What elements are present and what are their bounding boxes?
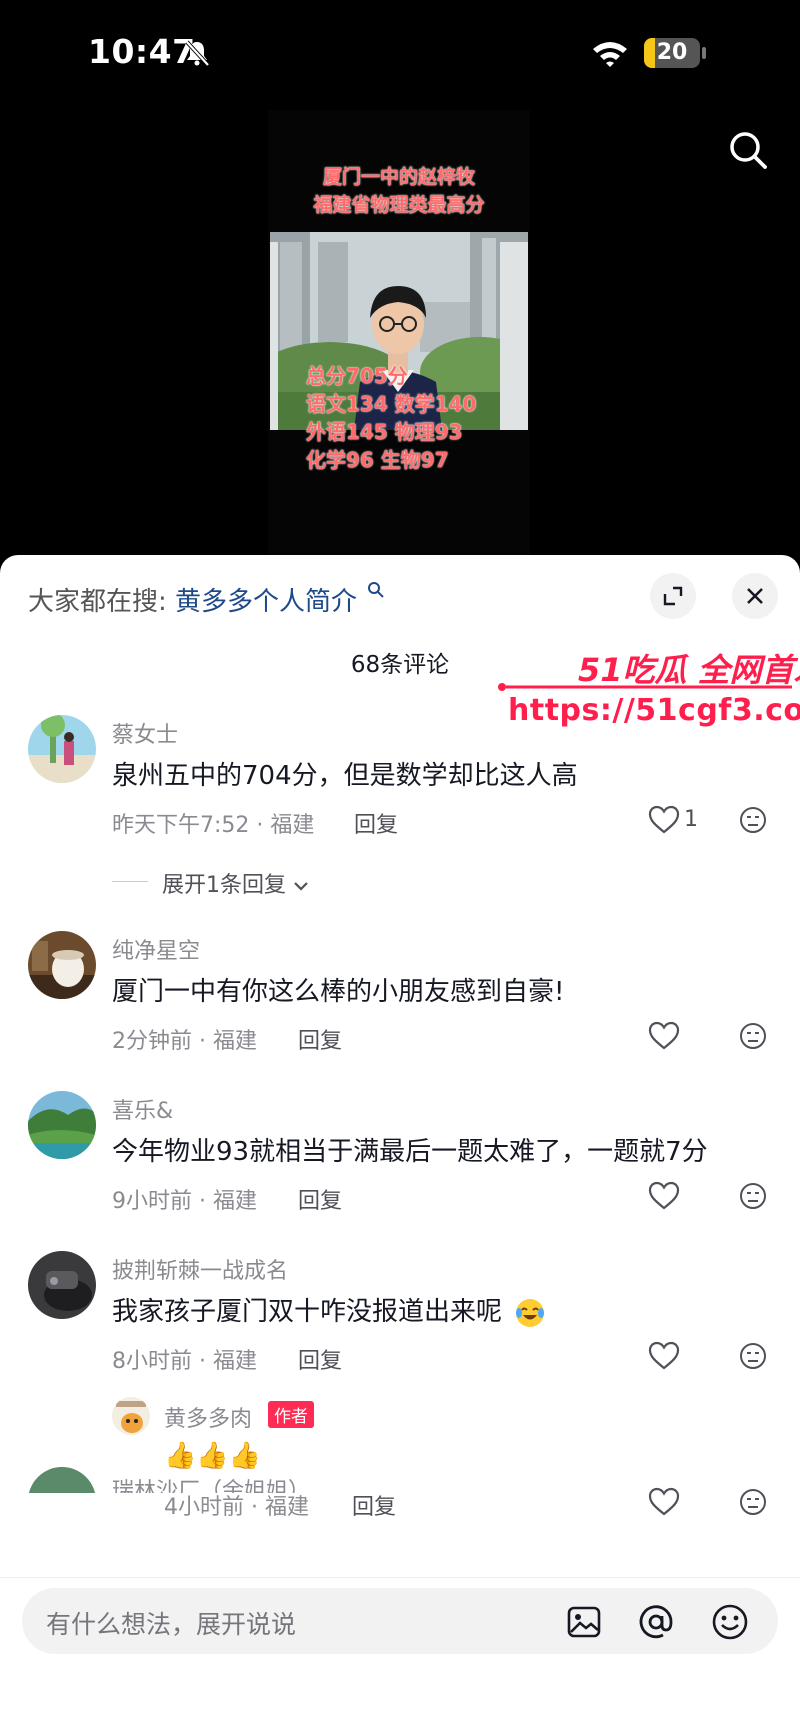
comment-username[interactable]: 纯净星空 xyxy=(112,933,200,965)
status-time: 10:47 xyxy=(88,32,196,71)
emoji-icon[interactable] xyxy=(710,1602,750,1642)
watermark-divider xyxy=(498,683,792,691)
avatar[interactable] xyxy=(28,715,96,783)
expand-icon xyxy=(663,586,683,606)
chevron-down-icon xyxy=(294,882,308,891)
video-player[interactable]: 厦门一中的赵梓牧 福建省物理类最高分 总分705分 语文134 数学140 外语… xyxy=(268,110,530,555)
expand-replies-button[interactable]: 展开1条回复 xyxy=(162,867,309,899)
search-icon xyxy=(368,582,385,598)
video-score-line: 外语145 物理93 xyxy=(306,420,463,444)
image-icon[interactable] xyxy=(564,1602,604,1642)
comment-meta: 8小时前 · 福建 xyxy=(112,1349,257,1374)
video-title-line1: 厦门一中的赵梓牧 xyxy=(322,166,475,188)
dislike-face-icon[interactable] xyxy=(738,805,768,835)
close-button[interactable] xyxy=(732,573,778,619)
comment-item: 喜乐& 今年物业93就相当于满最后一题太难了，一题就7分 9小时前 · 福建 回… xyxy=(0,1091,800,1221)
battery-text: 20 xyxy=(656,40,688,65)
bell-muted-icon xyxy=(185,40,210,67)
close-icon xyxy=(747,588,763,604)
comment-username[interactable]: 瑞林沙厂（余姐姐） xyxy=(112,1473,310,1493)
comment-text: 我家孩子厦门双十咋没报道出来呢 xyxy=(112,1291,546,1329)
search-icon[interactable] xyxy=(726,128,770,172)
expand-divider xyxy=(112,881,148,882)
video-score-line: 总分705分 xyxy=(306,364,408,388)
comment-input-placeholder: 有什么想法，展开说说 xyxy=(46,1610,297,1639)
author-badge: 作者 xyxy=(268,1401,314,1428)
video-score-line: 语文134 数学140 xyxy=(306,392,477,416)
video-title-line2: 福建省物理类最高分 xyxy=(313,194,485,216)
reply-username[interactable]: 黄多多肉 xyxy=(164,1401,252,1433)
heart-icon[interactable] xyxy=(648,1021,680,1051)
reply-button[interactable]: 回复 xyxy=(298,1023,342,1055)
video-score-line: 化学96 生物97 xyxy=(306,448,449,472)
comment-username[interactable]: 蔡女士 xyxy=(112,717,178,749)
status-bar: 10:47 20 xyxy=(0,0,800,110)
mention-icon[interactable] xyxy=(636,1602,676,1642)
comment-item: 纯净星空 厦门一中有你这么棒的小朋友感到自豪! 2分钟前 · 福建 回复 xyxy=(0,931,800,1061)
comment-text-content: 我家孩子厦门双十咋没报道出来呢 xyxy=(112,1297,503,1327)
like-count: 1 xyxy=(684,807,698,832)
search-suggestion-link[interactable]: 黄多多个人简介 xyxy=(175,587,357,617)
reply-button[interactable]: 回复 xyxy=(354,807,398,839)
avatar[interactable] xyxy=(112,1397,150,1435)
reply-meta: 4小时前 · 福建 xyxy=(164,1495,309,1520)
reply-button[interactable]: 回复 xyxy=(298,1183,342,1215)
wifi-icon xyxy=(593,42,627,67)
heart-icon[interactable] xyxy=(648,805,680,835)
avatar[interactable] xyxy=(28,1251,96,1319)
comment-text: 今年物业93就相当于满最后一题太难了，一题就7分 xyxy=(112,1137,708,1167)
comment-text: 泉州五中的704分，但是数学却比这人高 xyxy=(112,761,578,791)
comment-item-partial: 瑞林沙厂（余姐姐） xyxy=(0,1455,800,1493)
heart-icon[interactable] xyxy=(648,1341,680,1371)
battery-indicator: 20 xyxy=(644,38,700,68)
laughing-crying-emoji-icon xyxy=(516,1298,545,1327)
comment-username[interactable]: 披荆斩棘一战成名 xyxy=(112,1253,288,1285)
comment-text: 厦门一中有你这么棒的小朋友感到自豪! xyxy=(112,977,565,1007)
search-suggestion-prefix: 大家都在搜: xyxy=(28,587,167,617)
comment-username[interactable]: 喜乐& xyxy=(112,1093,173,1125)
battery-tip xyxy=(702,47,706,59)
comment-item: 披荆斩棘一战成名 我家孩子厦门双十咋没报道出来呢 8小时前 · 福建 回复 xyxy=(0,1251,800,1381)
avatar[interactable] xyxy=(28,1467,96,1493)
reply-button[interactable]: 回复 xyxy=(298,1343,342,1375)
heart-icon[interactable] xyxy=(648,1181,680,1211)
comment-input[interactable]: 有什么想法，展开说说 xyxy=(22,1588,778,1654)
comment-input-bar: 有什么想法，展开说说 xyxy=(0,1577,800,1735)
avatar[interactable] xyxy=(28,1091,96,1159)
comment-meta: 9小时前 · 福建 xyxy=(112,1189,257,1214)
expand-replies-label: 展开1条回复 xyxy=(162,873,286,898)
dislike-face-icon[interactable] xyxy=(738,1341,768,1371)
avatar[interactable] xyxy=(28,931,96,999)
search-suggestion[interactable]: 大家都在搜: 黄多多个人简介 xyxy=(28,581,385,618)
dislike-face-icon[interactable] xyxy=(738,1021,768,1051)
expand-button[interactable] xyxy=(650,573,696,619)
comment-sheet: 大家都在搜: 黄多多个人简介 68条评论 51吃瓜 全网首发 https://5… xyxy=(0,555,800,1735)
comment-meta: 2分钟前 · 福建 xyxy=(112,1029,257,1054)
dislike-face-icon[interactable] xyxy=(738,1181,768,1211)
reply-button[interactable]: 回复 xyxy=(352,1489,396,1521)
comment-item: 蔡女士 泉州五中的704分，但是数学却比这人高 昨天下午7:52 · 福建 回复… xyxy=(0,715,800,905)
comment-meta: 昨天下午7:52 · 福建 xyxy=(112,813,315,838)
